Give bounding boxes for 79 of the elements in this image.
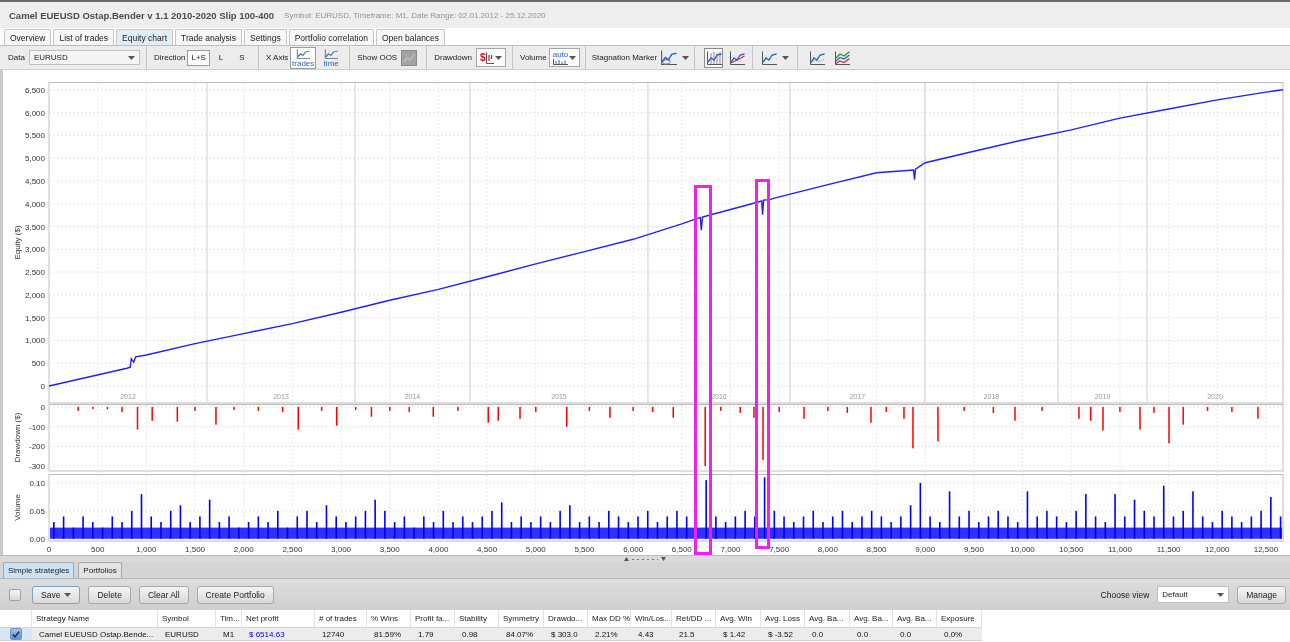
axis-tick-label: 9,500 — [963, 545, 984, 554]
table-cell: 0.0 — [805, 627, 850, 641]
window-title: Camel EUEUSD Ostap.Bender v 1.1 2010-2020 Slip 100-400 — [9, 9, 275, 21]
toolbar-label: Direction — [153, 53, 186, 62]
table-cell: $ 6514.63 — [242, 627, 315, 641]
axis-tick-label: 0 — [40, 382, 45, 391]
axis-tick-label: 7,500 — [769, 545, 790, 554]
axis-tick-label: 0.10 — [29, 478, 45, 488]
axis-tick-label: -300 — [29, 462, 45, 472]
axis-tick-label: 500 — [31, 359, 45, 369]
axis-tick-label: 5,500 — [574, 545, 595, 554]
axis-tick-label: 2,500 — [24, 268, 45, 278]
toolbar-label: Show OOS — [357, 53, 398, 62]
axis-tick-label: 2,500 — [282, 545, 303, 554]
axis-tick-label: 0.05 — [29, 506, 45, 516]
axis-title: Equity ($) — [13, 225, 22, 260]
axis-tick-label: 500 — [91, 545, 105, 554]
table-cell: 2.21% — [588, 627, 631, 641]
toolbar-label: Drawdown — [434, 53, 472, 62]
axis-tick-label: 1,500 — [24, 313, 45, 323]
axis-tick-label: 1,000 — [136, 545, 157, 554]
table-cell: 84.07% — [499, 627, 544, 641]
table-cell: Camel EUEUSD Ostap.Bende... — [32, 627, 158, 641]
axis-tick-label: 3,000 — [24, 245, 45, 255]
table-cell: 1.79 — [411, 627, 455, 641]
axis-tick-label: 1,500 — [185, 545, 206, 554]
axis-tick-label: 1,000 — [24, 336, 45, 346]
choose-view-label: Choose view — [1100, 589, 1150, 600]
table-cell: 0.98 — [455, 627, 499, 641]
axis-tick-label: 7,000 — [720, 545, 741, 554]
axis-tick-label: 8,000 — [817, 545, 838, 554]
axis-tick-label: 2,000 — [233, 545, 254, 554]
axis-tick-label: 11,500 — [1156, 545, 1181, 554]
table-cell: 0.0 — [850, 627, 893, 641]
table-cell: 81.59% — [367, 627, 411, 641]
table-cell: 4.43 — [631, 627, 672, 641]
table-cell: 21.5 — [672, 627, 716, 641]
window-subtitle: Symbol: EURUSD, Timeframe: M1, Date Range: 02.01.2012 - 25.12.2020 — [284, 10, 546, 20]
table-cell: EURUSD — [158, 627, 216, 641]
axis-title: Drawdown ($) — [13, 412, 22, 463]
axis-tick-label: 10,500 — [1059, 545, 1084, 554]
axis-tick-label: 2,000 — [24, 290, 45, 300]
table-cell: $ 303.0 — [544, 627, 588, 641]
axis-tick-label: 0.00 — [29, 534, 45, 544]
axis-tick-label: 4,000 — [428, 545, 449, 554]
axis-tick-label: 0 — [40, 404, 45, 412]
axis-tick-label: 10,000 — [1010, 545, 1035, 554]
axis-tick-label: 6,500 — [671, 545, 692, 554]
axis-tick-label: 4,500 — [477, 545, 498, 554]
axis-tick-label: 6,000 — [623, 545, 644, 554]
axis-tick-label: 12,000 — [1205, 545, 1230, 554]
axis-tick-label: 0 — [46, 545, 52, 554]
table-cell: 0.0% — [937, 627, 982, 641]
axis-tick-label: 3,000 — [331, 545, 352, 554]
table-cell: M1 — [216, 627, 242, 641]
axis-tick-label: 11,000 — [1108, 545, 1132, 554]
axis-tick-label: -100 — [29, 422, 45, 432]
axis-tick-label: 4,500 — [24, 176, 45, 186]
axis-tick-label: 5,500 — [24, 131, 45, 141]
toolbar-label: Stagnation Marker — [591, 53, 658, 62]
table-cell: 0.0 — [893, 627, 937, 641]
axis-tick-label: -200 — [29, 442, 45, 452]
axis-tick-label: 4,000 — [24, 199, 45, 209]
axis-tick-label: 6,500 — [24, 85, 45, 95]
axis-tick-label: 12,500 — [1253, 545, 1279, 554]
axis-tick-label: 5,000 — [24, 154, 45, 164]
axis-tick-label: 3,500 — [379, 545, 400, 554]
axis-tick-label: 6,000 — [24, 108, 45, 118]
axis-tick-label: 9,000 — [915, 545, 936, 554]
table-cell: $ -3.52 — [761, 627, 805, 641]
table-cell: $ 1.42 — [716, 627, 761, 641]
axis-tick-label: 8,500 — [866, 545, 887, 554]
table-cell: 12740 — [315, 627, 367, 641]
toolbar-label: Volume — [520, 53, 547, 62]
axis-title: Volume — [13, 494, 22, 521]
toolbar-label: X Axis — [265, 53, 289, 62]
axis-tick-label: 5,000 — [525, 545, 546, 554]
toolbar-label: Data — [8, 53, 25, 62]
axis-tick-label: 3,500 — [24, 222, 45, 232]
